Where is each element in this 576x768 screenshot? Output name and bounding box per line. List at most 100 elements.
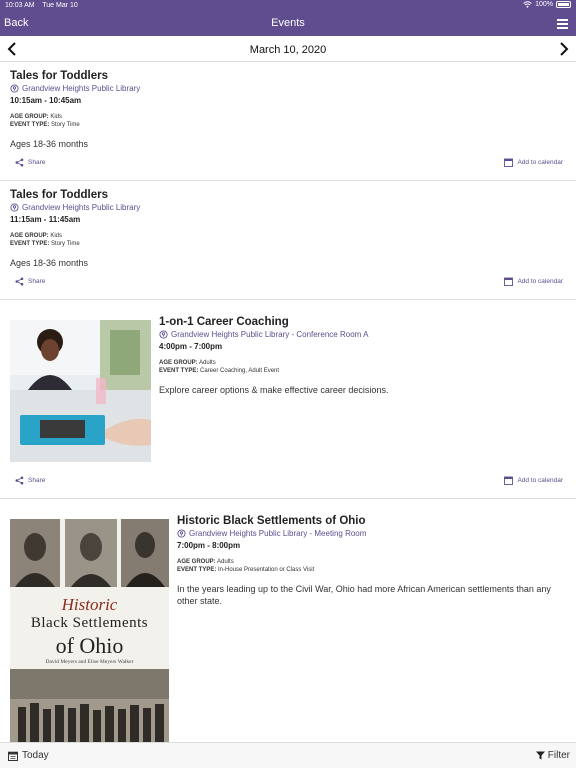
event-location-text: Grandview Heights Public Library <box>22 84 141 93</box>
event-card[interactable]: Historic Black Settlements of Ohio David… <box>0 499 576 742</box>
location-pin-icon <box>177 529 186 538</box>
event-type-row: EVENT TYPE: Story Time <box>10 122 550 128</box>
event-location-text: Grandview Heights Public Library - Confe… <box>171 330 369 339</box>
calendar-icon <box>504 476 514 485</box>
event-type-label: EVENT TYPE: <box>10 241 50 247</box>
add-to-calendar-button[interactable]: Add to calendar <box>504 158 563 167</box>
age-group-label: AGE GROUP: <box>159 360 198 366</box>
date-navigator: March 10, 2020 <box>0 36 576 62</box>
add-to-calendar-label: Add to calendar <box>517 159 563 166</box>
event-type-label: EVENT TYPE: <box>159 368 199 374</box>
today-label: Today <box>22 750 49 761</box>
event-type-row: EVENT TYPE: Story Time <box>10 241 550 247</box>
age-group-value: Kids <box>50 233 63 239</box>
book-title-line1: Historic <box>61 595 118 614</box>
calendar-icon <box>504 158 514 167</box>
calendar-icon <box>8 751 18 761</box>
event-title[interactable]: 1-on-1 Career Coaching <box>159 316 564 328</box>
share-button[interactable]: Share <box>15 476 45 485</box>
event-description: In the years leading up to the Civil War… <box>177 584 551 606</box>
status-time: 10:03 AM <box>5 2 35 9</box>
event-title[interactable]: Tales for Toddlers <box>10 70 550 82</box>
wifi-icon <box>523 1 532 8</box>
add-to-calendar-label: Add to calendar <box>517 477 563 484</box>
add-to-calendar-button[interactable]: Add to calendar <box>504 476 563 485</box>
filter-icon <box>535 751 545 760</box>
book-cover-portraits <box>10 519 169 587</box>
event-card[interactable]: 1-on-1 Career Coaching Grandview Heights… <box>0 300 576 499</box>
event-time: 11:15am - 11:45am <box>10 215 81 224</box>
battery-percent: 100% <box>535 1 553 8</box>
event-description: Ages 18-36 months <box>10 258 89 268</box>
share-label: Share <box>28 477 46 484</box>
status-right: 100% <box>523 1 571 8</box>
event-type-value: Story Time <box>51 241 80 247</box>
book-cover-image: Historic Black Settlements of Ohio David… <box>10 519 169 742</box>
add-to-calendar-label: Add to calendar <box>517 278 563 285</box>
event-time: 10:15am - 10:45am <box>10 96 82 105</box>
share-label: Share <box>28 159 46 166</box>
add-to-calendar-button[interactable]: Add to calendar <box>504 277 563 286</box>
event-card[interactable]: Tales for Toddlers Grandview Heights Pub… <box>0 181 576 300</box>
today-button[interactable]: Today <box>8 750 49 761</box>
filter-label: Filter <box>547 750 570 761</box>
page-title: Events <box>271 17 305 29</box>
hamburger-menu-icon[interactable] <box>557 19 568 29</box>
age-group-label: AGE GROUP: <box>10 114 49 120</box>
age-group-row: AGE GROUP: Kids <box>10 114 550 120</box>
event-type-value: Story Time <box>51 122 80 128</box>
event-location[interactable]: Grandview Heights Public Library <box>10 84 550 93</box>
chevron-right-icon[interactable] <box>558 42 570 56</box>
event-type-value: Career Coaching, Adult Event <box>200 368 280 374</box>
age-group-value: Adults <box>199 360 216 366</box>
share-icon <box>15 158 24 167</box>
nav-bar: Events Back <box>0 12 576 36</box>
filter-button[interactable]: Filter <box>535 750 570 761</box>
career-coaching-photo <box>10 320 151 462</box>
event-location[interactable]: Grandview Heights Public Library - Confe… <box>159 330 564 339</box>
event-type-label: EVENT TYPE: <box>10 122 50 128</box>
status-bar: 10:03 AM Tue Mar 10 100% <box>0 0 576 12</box>
age-group-row: AGE GROUP: Adults <box>159 360 564 366</box>
event-description: Explore career options & make effective … <box>159 385 389 395</box>
age-group-value: Kids <box>50 114 63 120</box>
share-label: Share <box>28 278 46 285</box>
event-location[interactable]: Grandview Heights Public Library - Meeti… <box>177 529 567 538</box>
location-pin-icon <box>10 84 19 93</box>
status-left: 10:03 AM Tue Mar 10 <box>5 2 78 9</box>
event-title[interactable]: Tales for Toddlers <box>10 189 550 201</box>
event-description: Ages 18-36 months <box>10 139 89 149</box>
status-date: Tue Mar 10 <box>42 2 78 9</box>
book-authors: David Meyers and Elise Meyers Walker <box>45 659 134 665</box>
event-location-text: Grandview Heights Public Library <box>22 203 141 212</box>
event-title[interactable]: Historic Black Settlements of Ohio <box>177 515 567 527</box>
event-type-value: In-House Presentation or Class Visit <box>218 567 315 573</box>
event-time: 4:00pm - 7:00pm <box>159 342 223 351</box>
share-icon <box>15 476 24 485</box>
book-cover-group-photo <box>10 669 169 742</box>
book-title-line3: of Ohio <box>55 633 124 658</box>
event-type-label: EVENT TYPE: <box>177 567 217 573</box>
age-group-value: Adults <box>217 559 234 565</box>
event-card[interactable]: Tales for Toddlers Grandview Heights Pub… <box>0 62 576 181</box>
share-button[interactable]: Share <box>15 158 45 167</box>
event-location[interactable]: Grandview Heights Public Library <box>10 203 550 212</box>
event-time: 7:00pm - 8:00pm <box>177 541 241 550</box>
back-button[interactable]: Back <box>4 17 28 29</box>
current-date: March 10, 2020 <box>249 44 327 56</box>
location-pin-icon <box>10 203 19 212</box>
share-icon <box>15 277 24 286</box>
bottom-toolbar: Today Filter <box>0 742 576 768</box>
age-group-label: AGE GROUP: <box>177 559 216 565</box>
battery-icon <box>556 1 571 8</box>
age-group-row: AGE GROUP: Adults <box>177 559 567 565</box>
calendar-icon <box>504 277 514 286</box>
event-type-row: EVENT TYPE: In-House Presentation or Cla… <box>177 567 567 573</box>
share-button[interactable]: Share <box>15 277 45 286</box>
location-pin-icon <box>159 330 168 339</box>
event-location-text: Grandview Heights Public Library - Meeti… <box>189 529 367 538</box>
age-group-row: AGE GROUP: Kids <box>10 233 550 239</box>
event-type-row: EVENT TYPE: Career Coaching, Adult Event <box>159 368 564 374</box>
book-title-line2: Black Settlements <box>30 615 149 631</box>
age-group-label: AGE GROUP: <box>10 233 49 239</box>
